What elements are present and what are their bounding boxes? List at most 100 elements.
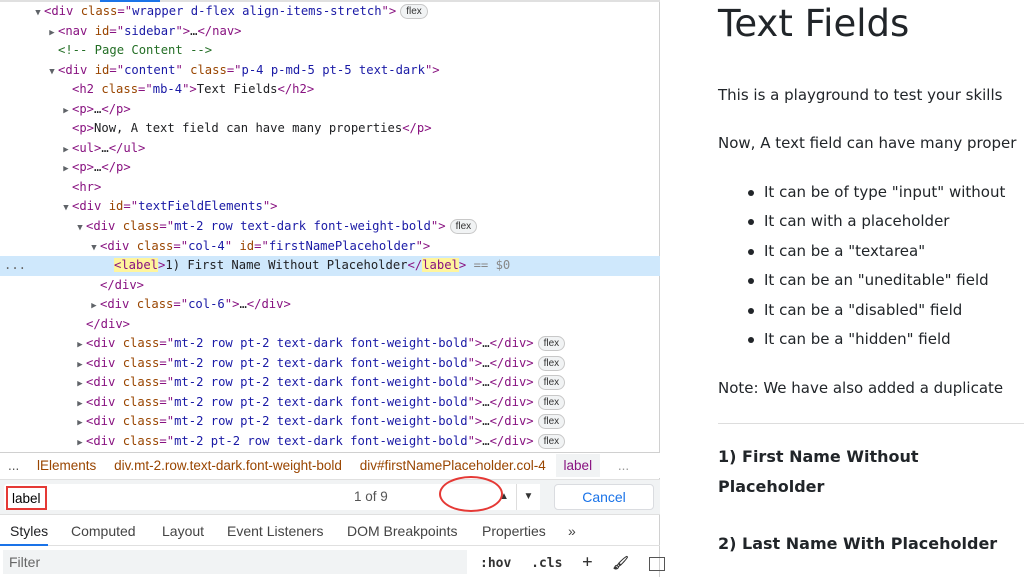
code-token: class <box>122 355 160 370</box>
code-token: </div> <box>489 434 534 449</box>
note-text: Note: We have also added a duplicate <box>718 379 1004 397</box>
dom-node-row[interactable]: ▶ <div class="mt-2 row pt-2 text-dark fon… <box>0 393 660 413</box>
dom-node-row[interactable]: <!-- Page Content --> <box>0 41 660 61</box>
dom-node-row[interactable]: </div> <box>0 315 660 335</box>
dom-node-row[interactable]: ▶ <div class="mt-2 pt-2 row text-dark fon… <box>0 432 660 452</box>
dom-node-row[interactable]: ▶ <div class="mt-2 row pt-2 text-dark fon… <box>0 334 660 354</box>
breadcrumb-more-right[interactable]: ... <box>618 458 629 473</box>
dom-node-row[interactable]: ▶ <p>…</p> <box>0 100 660 120</box>
code-token: id <box>239 238 255 253</box>
tab-styles[interactable]: Styles <box>10 523 48 539</box>
code-token: mt-2 row text-dark font-weight-bold <box>174 219 431 234</box>
code-token: "> <box>381 4 397 18</box>
code-token: </p> <box>101 101 131 116</box>
code-token: == $0 <box>466 258 511 273</box>
code-token: =" <box>109 62 125 77</box>
flex-badge[interactable]: flex <box>537 394 566 410</box>
code-token: id <box>94 62 110 77</box>
more-tabs-button[interactable]: » <box>568 523 576 539</box>
list-item: It can with a placeholder <box>747 212 950 230</box>
code-token: class <box>190 62 227 77</box>
code-token: id <box>108 199 124 214</box>
cls-toggle[interactable]: .cls <box>531 556 562 571</box>
tab-computed[interactable]: Computed <box>71 523 136 539</box>
new-rule-button[interactable]: + <box>582 552 592 572</box>
flex-badge[interactable]: flex <box>449 219 478 235</box>
dom-node-row[interactable]: ▼ <div class="wrapper d-flex align-items-… <box>0 2 660 22</box>
dom-node-row[interactable]: ▶ <ul>…</ul> <box>0 139 660 159</box>
flex-badge[interactable]: flex <box>537 336 566 352</box>
expand-toggle-icon[interactable]: ▶ <box>74 434 86 452</box>
code-token: </ <box>407 258 423 273</box>
code-token: "> <box>467 434 483 449</box>
code-token: … <box>482 375 490 390</box>
dom-node-row[interactable]: ▶ <div class="mt-2 row pt-2 text-dark fon… <box>0 354 660 374</box>
code-token: Now, A text field can have many properti… <box>94 121 403 136</box>
dom-node-row[interactable]: ▼ <div class="mt-2 row text-dark font-wei… <box>0 217 660 237</box>
dom-node-row[interactable]: ▼ <div class="col-4" id="firstNamePlaceho… <box>0 237 660 257</box>
dom-node-row[interactable]: ▶ <p>…</p> <box>0 158 660 178</box>
flex-badge[interactable]: flex <box>537 414 566 430</box>
breadcrumb-item[interactable]: div.mt-2.row.text-dark.font-weight-bold <box>114 458 342 473</box>
dom-node-row[interactable]: ▶ <div class="mt-2 row pt-2 text-dark fon… <box>0 373 660 393</box>
flex-badge[interactable]: flex <box>400 4 428 19</box>
code-token: class <box>101 82 139 97</box>
dom-node-row[interactable]: ▼ <div id="textFieldElements"> <box>0 197 660 217</box>
paint-brush-icon[interactable]: 🖌 <box>612 556 629 571</box>
code-token: =" <box>159 336 175 351</box>
code-token: <div <box>86 355 123 370</box>
dom-node-row[interactable]: ▶ <nav id="sidebar">…</nav> <box>0 22 660 42</box>
code-token: firstNamePlaceholder <box>268 238 416 253</box>
code-token: </div> <box>489 355 534 370</box>
next-match-button[interactable]: ▼ <box>516 484 540 510</box>
web-page: Text Fields This is a playground to test… <box>662 0 1024 577</box>
tab-properties[interactable]: Properties <box>482 523 546 539</box>
code-token: p-4 p-md-5 pt-5 text-dark <box>241 62 425 77</box>
filter-input[interactable]: Filter <box>3 550 467 574</box>
breadcrumb-item[interactable]: lElements <box>37 458 96 473</box>
list-item: It can be a "textarea" <box>747 242 926 260</box>
dom-node-row[interactable]: ▼ <div id="content" class="p-4 p-md-5 pt-… <box>0 61 660 81</box>
code-token: class <box>136 238 174 253</box>
search-input[interactable]: label 1 of 9 <box>4 484 498 510</box>
code-token: mt-2 pt-2 row text-dark font-weight-bold <box>174 434 468 449</box>
dom-node-row[interactable]: ▶ <div class="col-6">…</div> <box>0 295 660 315</box>
breadcrumb-item-active[interactable]: label <box>555 454 601 477</box>
search-bar: label 1 of 9 ▲ ▼ Cancel <box>0 479 660 515</box>
dom-node-row[interactable]: ... <label>1) First Name Without Placehol… <box>0 256 660 276</box>
dom-node-row[interactable]: </div> <box>0 276 660 296</box>
search-value[interactable]: label <box>6 486 47 510</box>
dom-node-row[interactable]: <h2 class="mb-4">Text Fields</h2> <box>0 80 660 100</box>
code-token: <div <box>100 238 137 253</box>
code-token: </div> <box>489 394 534 409</box>
flex-badge[interactable]: flex <box>537 434 566 450</box>
code-token: class <box>122 219 160 234</box>
match-count: 1 of 9 <box>354 489 388 504</box>
code-token: "> <box>175 23 191 38</box>
dom-node-row[interactable]: <hr> <box>0 178 660 198</box>
code-token: "> <box>224 297 240 312</box>
tab-layout[interactable]: Layout <box>162 523 204 539</box>
code-token: class <box>122 394 160 409</box>
code-token: Text Fields <box>196 82 278 97</box>
field-label: 1) First Name Without <box>718 447 919 466</box>
tab-event-listeners[interactable]: Event Listeners <box>227 523 324 539</box>
code-token: <div <box>86 434 123 449</box>
flex-badge[interactable]: flex <box>537 355 566 371</box>
code-token: =" <box>109 23 125 38</box>
chevron-down-icon: ▼ <box>523 491 534 502</box>
flex-badge[interactable]: flex <box>537 375 566 391</box>
tab-dom-breakpoints[interactable]: DOM Breakpoints <box>347 523 457 539</box>
code-token: =" <box>159 434 175 449</box>
breadcrumb-more-left[interactable]: ... <box>8 458 19 473</box>
dom-node-row[interactable]: <p>Now, A text field can have many prope… <box>0 119 660 139</box>
more-options-icon[interactable]: ... <box>4 256 26 276</box>
dom-node-row[interactable]: ▶ <div class="mt-2 row pt-2 text-dark fon… <box>0 412 660 432</box>
list-item: It can be a "hidden" field <box>748 330 951 348</box>
breadcrumb-item[interactable]: div#firstNamePlaceholder.col-4 <box>360 458 546 473</box>
hov-toggle[interactable]: :hov <box>480 556 511 571</box>
cancel-button[interactable]: Cancel <box>554 484 654 510</box>
code-token: =" <box>159 375 175 390</box>
code-token: textFieldElements <box>138 199 263 214</box>
code-token: … <box>482 336 490 351</box>
